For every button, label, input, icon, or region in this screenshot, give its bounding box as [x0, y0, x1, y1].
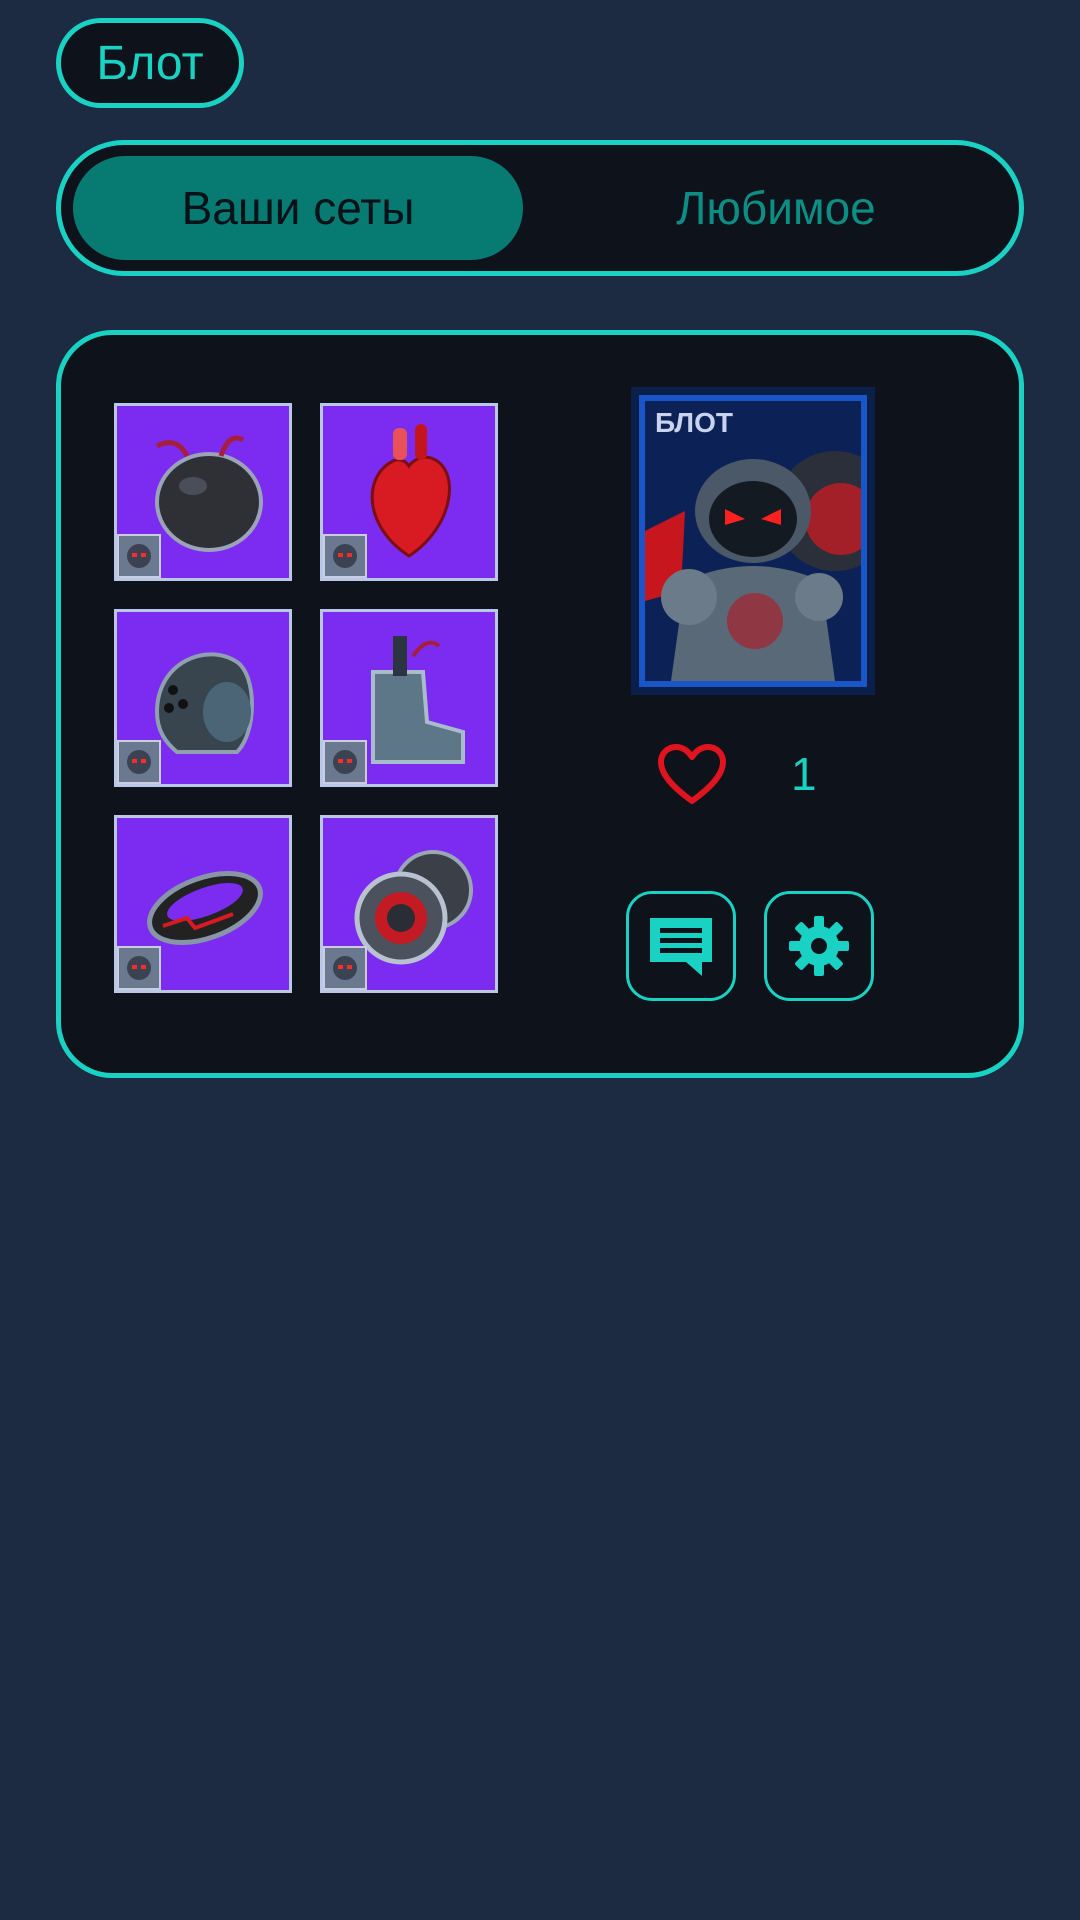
hero-badge-icon	[117, 946, 161, 990]
set-item-3[interactable]	[114, 609, 292, 787]
hero-badge-icon	[117, 534, 161, 578]
set-item-1[interactable]	[114, 403, 292, 581]
tab-favorites[interactable]: Любимое	[551, 156, 1001, 260]
settings-button[interactable]	[764, 891, 874, 1001]
gear-icon	[789, 916, 849, 976]
set-item-2[interactable]	[320, 403, 498, 581]
heart-icon	[658, 744, 726, 804]
hero-badge-icon	[323, 740, 367, 784]
tab-bar: Ваши сеты Любимое	[56, 140, 1024, 276]
hero-badge-icon	[323, 534, 367, 578]
hero-badge-icon	[323, 946, 367, 990]
comment-icon	[650, 918, 712, 976]
set-item-6[interactable]	[320, 815, 498, 993]
hero-name-label: Блот	[96, 36, 204, 90]
set-item-4[interactable]	[320, 609, 498, 787]
tab-your-sets[interactable]: Ваши сеты	[73, 156, 523, 260]
tab-favorites-label: Любимое	[676, 182, 876, 234]
tab-your-sets-label: Ваши сеты	[181, 182, 415, 234]
hero-name-chip[interactable]: Блот	[56, 18, 244, 108]
like-button[interactable]	[657, 743, 727, 807]
like-count: 1	[791, 748, 817, 800]
robot-hero-icon	[645, 451, 861, 681]
set-card: БЛОТ 1	[56, 330, 1024, 1078]
comments-button[interactable]	[626, 891, 736, 1001]
hero-portrait[interactable]: БЛОТ	[631, 387, 875, 695]
hero-badge-icon	[117, 740, 161, 784]
hero-portrait-frame: БЛОТ	[639, 395, 867, 687]
portrait-name-label: БЛОТ	[655, 407, 733, 438]
set-item-5[interactable]	[114, 815, 292, 993]
